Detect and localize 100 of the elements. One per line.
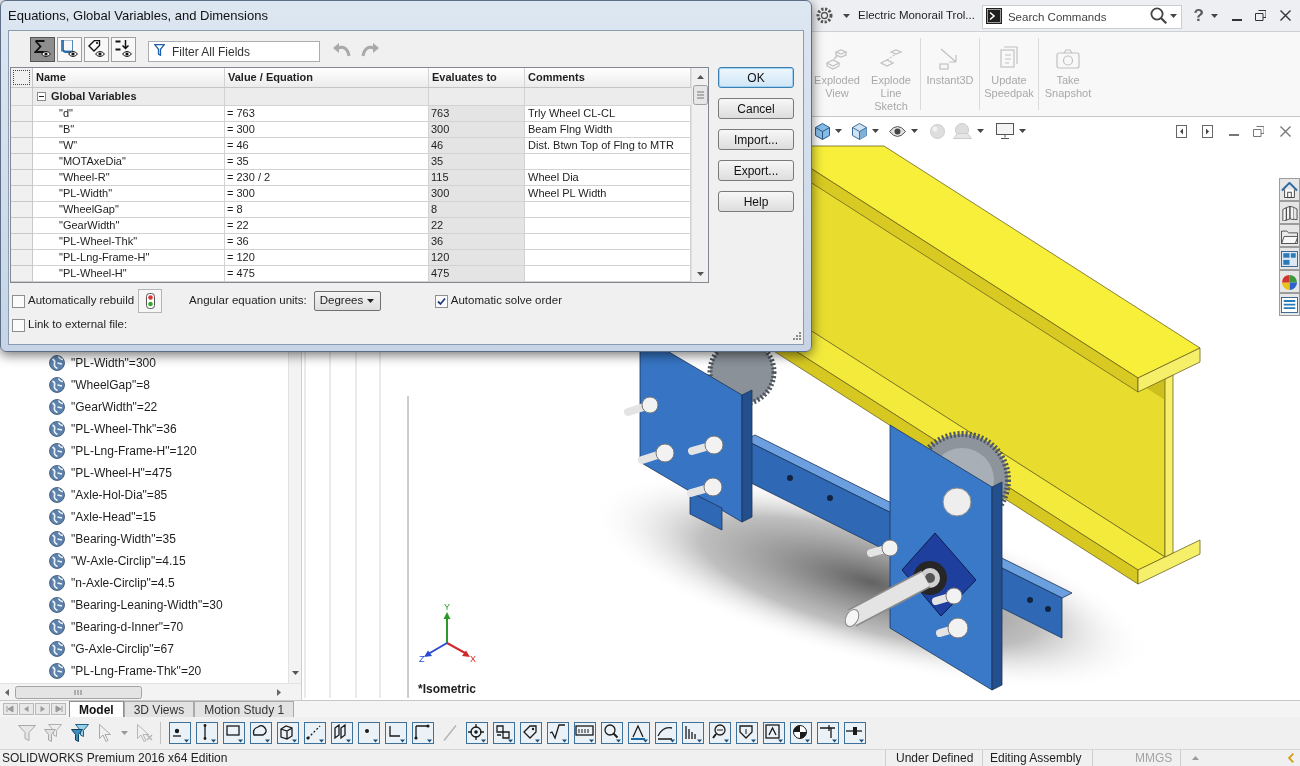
- tree-item[interactable]: "G-Axle-Circlip"=67: [49, 638, 174, 660]
- units-dropdown[interactable]: Degrees: [313, 291, 381, 311]
- dialog-button[interactable]: Export...: [718, 160, 794, 181]
- resize-grip-icon[interactable]: [790, 331, 801, 342]
- tree-item[interactable]: "PL-Lng-Frame-H"=120: [49, 440, 197, 462]
- dialog-button[interactable]: Import...: [718, 129, 794, 150]
- checkbox[interactable]: [12, 318, 25, 332]
- checkbox-label[interactable]: Automatic solve order: [450, 292, 562, 310]
- close-icon[interactable]: [1280, 10, 1291, 21]
- panel-right-icon[interactable]: [1202, 124, 1213, 138]
- scrollbar-thumb[interactable]: [15, 685, 142, 699]
- tree-item[interactable]: "GearWidth"=22: [49, 396, 158, 418]
- triangle-marker-icon[interactable]: [628, 722, 650, 744]
- table-cell[interactable]: = 300: [225, 122, 429, 138]
- caret-icon[interactable]: [911, 129, 918, 133]
- tab[interactable]: Motion Study 1: [194, 701, 295, 717]
- table-cell[interactable]: = 35: [225, 154, 429, 170]
- rebuild-button[interactable]: [138, 289, 163, 313]
- caret-icon[interactable]: [1211, 13, 1218, 18]
- vertical-scrollbar[interactable]: [691, 68, 708, 282]
- caret-icon[interactable]: [843, 13, 850, 18]
- tab[interactable]: Model: [69, 701, 124, 717]
- tree-item[interactable]: "n-Axle-Circlip"=4.5: [49, 572, 175, 594]
- point-icon[interactable]: [169, 722, 191, 744]
- table-cell[interactable]: "PL-Width": [33, 186, 225, 202]
- slider-icon[interactable]: [844, 722, 866, 744]
- table-cell[interactable]: 475: [429, 266, 525, 282]
- minus-magnifier-icon[interactable]: [709, 722, 731, 744]
- task-pane-tab[interactable]: [1279, 270, 1300, 293]
- column-header[interactable]: Evaluates to: [429, 68, 525, 87]
- view-toggle-button[interactable]: [57, 36, 82, 62]
- table-cell[interactable]: 36: [429, 234, 525, 250]
- t-bar-icon[interactable]: [817, 722, 839, 744]
- tree-item[interactable]: "W-Axle-Circlip"=4.15: [49, 550, 186, 572]
- caret-icon[interactable]: [835, 129, 842, 133]
- scroll-left-icon[interactable]: [5, 688, 9, 696]
- view-toggle-button[interactable]: [30, 36, 55, 62]
- table-cell[interactable]: Dist. Btwn Top of Flng to MTR: [525, 138, 691, 154]
- table-cell[interactable]: 120: [429, 250, 525, 266]
- caret-icon[interactable]: [1169, 13, 1177, 18]
- view-cube-icon[interactable]: [815, 122, 830, 140]
- table-cell[interactable]: = 300: [225, 186, 429, 202]
- restore-icon[interactable]: [1255, 10, 1266, 21]
- tree-item[interactable]: "Bearing-d-Inner"=70: [49, 616, 184, 638]
- table-cell[interactable]: = 36: [225, 234, 429, 250]
- tree-item[interactable]: "WheelGap"=8: [49, 374, 150, 396]
- table-cell[interactable]: [525, 202, 691, 218]
- task-pane-tab[interactable]: [1279, 224, 1300, 247]
- scroll-right-icon[interactable]: [277, 688, 281, 696]
- target-icon[interactable]: [466, 722, 488, 744]
- table-cell[interactable]: [525, 154, 691, 170]
- tab[interactable]: 3D Views: [123, 701, 195, 717]
- table-cell[interactable]: "GearWidth": [33, 218, 225, 234]
- view-toggle-button[interactable]: [111, 36, 136, 62]
- table-cell[interactable]: Beam Flng Width: [525, 122, 691, 138]
- checkbox-label[interactable]: Automatically rebuild: [28, 292, 135, 310]
- table-cell[interactable]: [525, 218, 691, 234]
- table-cell[interactable]: = 22: [225, 218, 429, 234]
- table-cell[interactable]: Wheel Dia: [525, 170, 691, 186]
- table-cell[interactable]: 763: [429, 106, 525, 122]
- bars-icon[interactable]: [682, 722, 704, 744]
- ruler-icon[interactable]: [574, 722, 596, 744]
- tree-item[interactable]: "Bearing-Leaning-Width"=30: [49, 594, 223, 616]
- dialog-button[interactable]: OK: [718, 67, 794, 88]
- shield-icon[interactable]: [736, 722, 758, 744]
- column-header[interactable]: Value / Equation: [225, 68, 429, 87]
- table-cell[interactable]: = 8: [225, 202, 429, 218]
- table-cell[interactable]: "PL-Lng-Frame-H": [33, 250, 225, 266]
- rectangle-icon[interactable]: [223, 722, 245, 744]
- horizontal-scrollbar[interactable]: [0, 683, 301, 700]
- table-cell[interactable]: = 46: [225, 138, 429, 154]
- table-cell[interactable]: = 763: [225, 106, 429, 122]
- eye-icon[interactable]: [889, 125, 906, 137]
- tree-item[interactable]: "Axle-Hol-Dia"=85: [49, 484, 168, 506]
- magnifier-icon[interactable]: [601, 722, 623, 744]
- table-cell[interactable]: Wheel PL Width: [525, 186, 691, 202]
- checkbox-label[interactable]: Link to external file:: [28, 316, 128, 334]
- curve-icon[interactable]: [655, 722, 677, 744]
- root-sign-icon[interactable]: [547, 722, 569, 744]
- checkbox[interactable]: [434, 294, 448, 308]
- stacked-funnels-icon[interactable]: [71, 724, 89, 742]
- checkbox[interactable]: [12, 294, 25, 308]
- tree-item[interactable]: "PL-Wheel-H"=475: [49, 462, 172, 484]
- scroll-down-icon[interactable]: [696, 271, 704, 276]
- select-all-corner[interactable]: [11, 68, 33, 87]
- table-cell[interactable]: "MOTAxeDia": [33, 154, 225, 170]
- table-cell[interactable]: "d": [33, 106, 225, 122]
- caret-icon[interactable]: [1019, 129, 1026, 133]
- filter-field[interactable]: Filter All Fields: [148, 41, 320, 62]
- scroll-up-icon[interactable]: [696, 74, 704, 79]
- scroll-down-icon[interactable]: [291, 671, 299, 675]
- dialog-button[interactable]: Help: [718, 191, 794, 212]
- gear-icon[interactable]: [816, 7, 833, 24]
- table-cell[interactable]: = 120: [225, 250, 429, 266]
- table-cell[interactable]: 35: [429, 154, 525, 170]
- table-cell[interactable]: 115: [429, 170, 525, 186]
- panel-left-icon[interactable]: [1176, 124, 1187, 138]
- task-pane-tab[interactable]: [1279, 293, 1300, 316]
- table-cell[interactable]: 8: [429, 202, 525, 218]
- table-cell[interactable]: Trly Wheel CL-CL: [525, 106, 691, 122]
